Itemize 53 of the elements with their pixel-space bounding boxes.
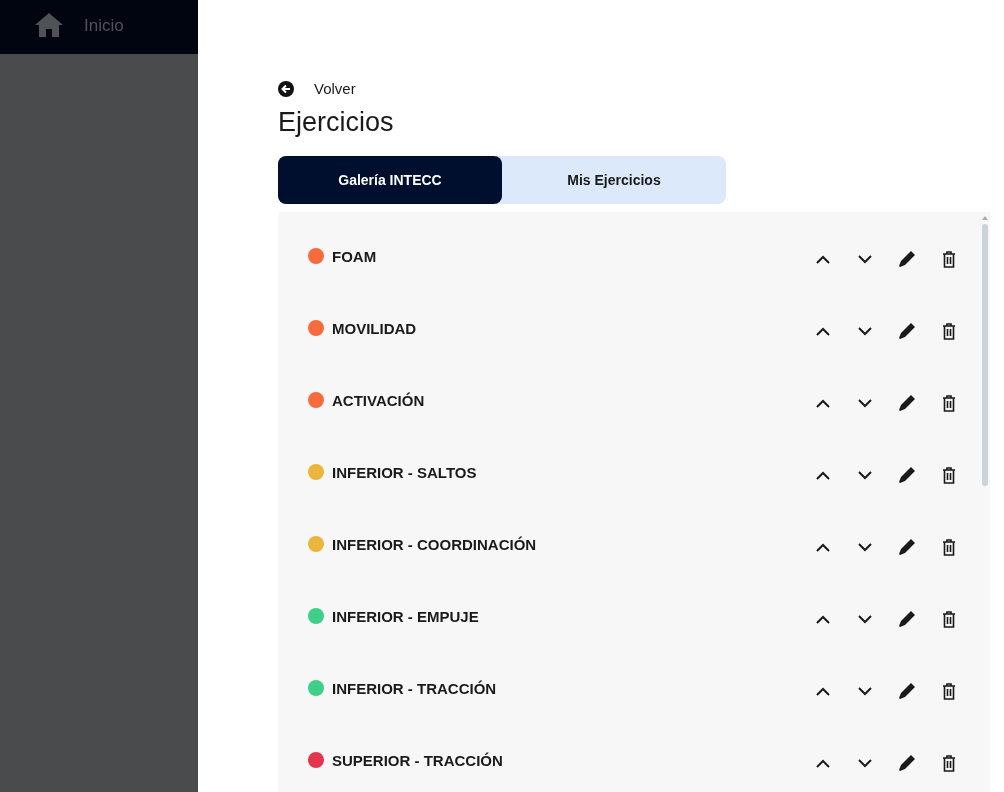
pencil-icon [898, 394, 916, 412]
category-name: MOVILIDAD [332, 320, 418, 337]
chevron-down-icon [858, 686, 872, 696]
chevron-up-icon [816, 326, 830, 336]
trash-icon [942, 322, 956, 340]
chevron-up-icon [816, 470, 830, 480]
edit-button[interactable] [896, 752, 918, 774]
trash-icon [942, 610, 956, 628]
edit-button[interactable] [896, 320, 918, 342]
chevron-down-icon [858, 398, 872, 408]
category-name: INFERIOR - EMPUJE [332, 608, 480, 625]
trash-icon [942, 394, 956, 412]
category-name: INFERIOR - SALTOS [332, 464, 478, 481]
chevron-down-icon [858, 758, 872, 768]
category-name: INFERIOR - COORDINACIÓN [332, 536, 538, 553]
edit-button[interactable] [896, 248, 918, 270]
trash-icon [942, 754, 956, 772]
edit-button[interactable] [896, 392, 918, 414]
category-name: ACTIVACIÓN [332, 392, 426, 409]
back-link[interactable]: Volver [278, 80, 990, 97]
tab[interactable]: Galería INTECC [278, 156, 502, 204]
chevron-up-icon [816, 542, 830, 552]
edit-button[interactable] [896, 464, 918, 486]
trash-icon [942, 466, 956, 484]
chevron-down-icon [858, 614, 872, 624]
chevron-up-icon [816, 254, 830, 264]
chevron-up-icon [816, 398, 830, 408]
pencil-icon [898, 466, 916, 484]
category-name: FOAM [332, 248, 378, 265]
pencil-icon [898, 754, 916, 772]
tab[interactable]: Mis Ejercicios [502, 156, 726, 204]
chevron-up-icon [816, 758, 830, 768]
pencil-icon [898, 610, 916, 628]
chevron-down-icon [858, 542, 872, 552]
category-name: SUPERIOR - TRACCIÓN [332, 752, 504, 769]
trash-icon [942, 682, 956, 700]
page-title: Ejercicios [278, 107, 395, 138]
chevron-down-icon [858, 254, 872, 264]
chevron-up-icon [816, 614, 830, 624]
chevron-down-icon [858, 470, 872, 480]
pencil-icon [898, 322, 916, 340]
home-icon[interactable] [34, 12, 64, 38]
pencil-icon [898, 250, 916, 268]
trash-icon [942, 538, 956, 556]
pencil-icon [898, 538, 916, 556]
chevron-up-icon [816, 686, 830, 696]
edit-button[interactable] [896, 608, 918, 630]
chevron-down-icon [858, 326, 872, 336]
pencil-icon [898, 682, 916, 700]
trash-icon [942, 250, 956, 268]
edit-button[interactable] [896, 536, 918, 558]
category-name: INFERIOR - TRACCIÓN [332, 680, 498, 697]
edit-button[interactable] [896, 680, 918, 702]
